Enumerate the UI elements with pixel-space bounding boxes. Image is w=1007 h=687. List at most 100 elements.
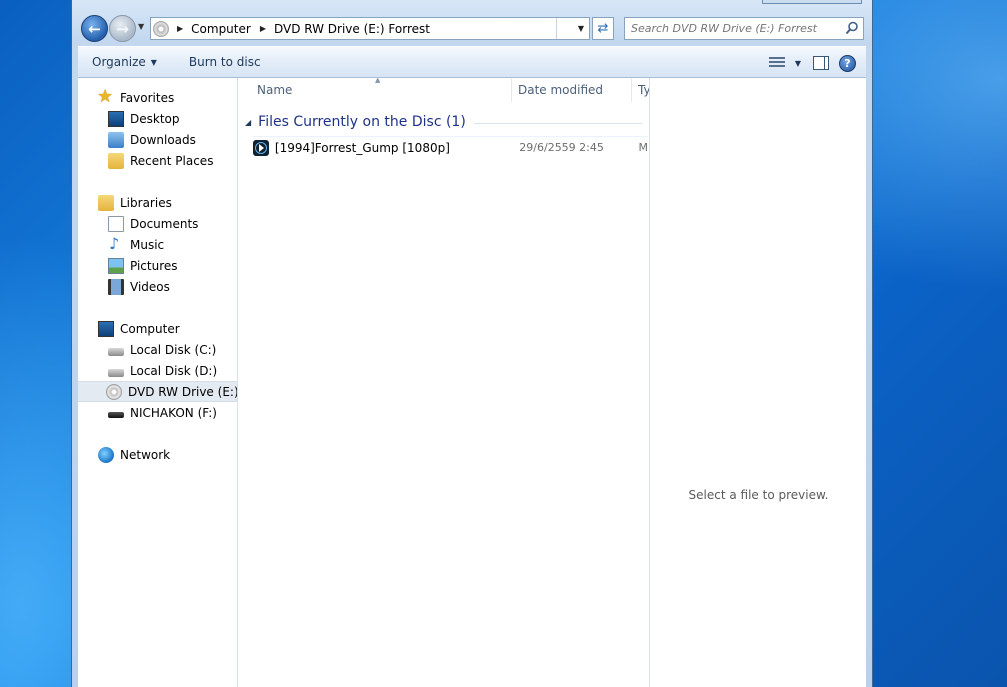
video-file-icon: [253, 139, 269, 156]
recent-pages-dropdown[interactable]: ▼: [138, 22, 148, 36]
file-group-header[interactable]: ◢ Files Currently on the Disc (1): [245, 112, 642, 132]
breadcrumb: ▶ Computer ▶ DVD RW Drive (E:) Forrest: [175, 22, 430, 36]
search-icon[interactable]: [845, 21, 859, 35]
recent-places-icon: [108, 152, 124, 169]
usb-drive-icon: [108, 412, 124, 418]
refresh-button[interactable]: ⇄: [592, 17, 614, 40]
documents-icon: [108, 215, 124, 232]
forward-button[interactable]: →: [109, 15, 136, 42]
file-list-pane: Name ▲ Date modified Ty ◢ Files Currentl…: [239, 78, 650, 687]
nav-downloads[interactable]: Downloads: [108, 129, 196, 150]
nav-documents[interactable]: Documents: [108, 213, 198, 234]
preview-pane-button[interactable]: [813, 56, 829, 70]
nav-computer[interactable]: Computer: [98, 318, 180, 339]
nav-desktop-label: Desktop: [130, 111, 180, 126]
column-header-date-label: Date modified: [518, 83, 604, 97]
file-row[interactable]: [1994]Forrest_Gump [1080p] 29/6/2559 2:4…: [253, 136, 648, 158]
nav-videos[interactable]: Videos: [108, 276, 170, 297]
music-icon: [108, 234, 124, 253]
network-icon: [98, 446, 114, 463]
view-controls: ▼ ?: [767, 52, 856, 74]
nav-nichakon-f[interactable]: NICHAKON (F:): [108, 402, 217, 423]
refresh-icon: ⇄: [597, 21, 609, 36]
navigation-pane: Favorites Desktop Downloads Recent Place…: [78, 78, 238, 687]
nav-nichakon-f-label: NICHAKON (F:): [130, 405, 217, 420]
nav-dvd-drive[interactable]: DVD RW Drive (E:) Forrest: [78, 381, 238, 402]
preview-pane: Select a file to preview.: [651, 78, 866, 687]
pictures-icon: [108, 257, 124, 274]
help-button[interactable]: ?: [839, 54, 856, 72]
nav-music[interactable]: Music: [108, 234, 164, 255]
preview-message: Select a file to preview.: [688, 488, 829, 502]
file-date-modified: 29/6/2559 2:45: [519, 141, 604, 154]
chevron-down-icon: ▼: [794, 58, 802, 68]
breadcrumb-chevron-icon[interactable]: ▶: [260, 24, 266, 33]
explorer-window: ← → ▼ ▶ Computer ▶ DVD RW Drive (E:) For…: [71, 0, 873, 687]
column-header-type-label: Ty: [638, 83, 650, 97]
collapse-triangle-icon[interactable]: ◢: [245, 118, 251, 127]
column-header-date-modified[interactable]: Date modified: [512, 78, 632, 102]
column-header-type[interactable]: Ty: [632, 78, 650, 102]
nav-documents-label: Documents: [130, 216, 199, 231]
address-row: ← → ▼ ▶ Computer ▶ DVD RW Drive (E:) For…: [78, 14, 864, 42]
organize-label: Organize: [92, 55, 146, 69]
back-button[interactable]: ←: [81, 15, 108, 42]
search-box[interactable]: [624, 17, 864, 40]
nav-libraries-label: Libraries: [120, 195, 172, 210]
star-icon: [97, 86, 114, 107]
downloads-folder-icon: [108, 131, 124, 148]
file-type: M: [638, 141, 649, 154]
arrow-left-icon: ←: [88, 19, 101, 38]
nav-pictures-label: Pictures: [130, 258, 178, 273]
address-bar[interactable]: ▶ Computer ▶ DVD RW Drive (E:) Forrest ▼: [150, 17, 590, 40]
hard-drive-icon: [108, 347, 124, 356]
hard-drive-icon: [108, 368, 124, 377]
nav-local-disk-c-label: Local Disk (C:): [130, 342, 217, 357]
arrow-right-icon: →: [116, 19, 129, 38]
nav-videos-label: Videos: [130, 279, 170, 294]
column-header-name[interactable]: Name ▲: [239, 78, 512, 102]
dvd-drive-icon: [106, 383, 122, 400]
window-title-buttons[interactable]: [762, 0, 862, 4]
nav-local-disk-d[interactable]: Local Disk (D:): [108, 360, 217, 381]
chevron-down-icon: ▼: [150, 57, 157, 67]
nav-local-disk-d-label: Local Disk (D:): [130, 363, 218, 378]
content-area: Favorites Desktop Downloads Recent Place…: [78, 78, 866, 687]
file-name: [1994]Forrest_Gump [1080p]: [274, 140, 450, 155]
videos-icon: [108, 278, 124, 295]
computer-icon: [98, 320, 114, 337]
address-history-dropdown[interactable]: ▼: [556, 18, 589, 39]
nav-dvd-drive-label: DVD RW Drive (E:) Forrest: [128, 384, 238, 399]
column-header-name-label: Name: [257, 83, 293, 97]
search-input[interactable]: [631, 22, 843, 35]
chevron-down-icon: ▼: [577, 24, 584, 33]
dvd-drive-icon: [153, 20, 169, 37]
group-divider: [473, 122, 642, 124]
nav-network-label: Network: [120, 447, 171, 462]
nav-downloads-label: Downloads: [130, 132, 196, 147]
nav-network[interactable]: Network: [98, 444, 170, 465]
nav-recent-places-label: Recent Places: [130, 153, 214, 168]
command-bar: Organize ▼ Burn to disc ▼ ?: [78, 46, 866, 78]
change-view-button[interactable]: ▼: [767, 52, 803, 74]
desktop-icon: [108, 110, 124, 127]
nav-libraries[interactable]: Libraries: [98, 192, 172, 213]
nav-recent-places[interactable]: Recent Places: [108, 150, 213, 171]
file-group-label: Files Currently on the Disc (1): [258, 114, 466, 130]
libraries-icon: [98, 194, 114, 211]
nav-favorites-label: Favorites: [120, 90, 175, 105]
breadcrumb-chevron-icon[interactable]: ▶: [177, 24, 183, 33]
nav-computer-label: Computer: [120, 321, 180, 336]
help-icon: ?: [844, 56, 851, 70]
nav-music-label: Music: [130, 237, 165, 252]
nav-favorites[interactable]: Favorites: [97, 86, 175, 108]
details-view-icon: [768, 56, 785, 70]
organize-button[interactable]: Organize ▼: [78, 55, 169, 69]
nav-desktop[interactable]: Desktop: [108, 108, 180, 129]
nav-pictures[interactable]: Pictures: [108, 255, 178, 276]
nav-local-disk-c[interactable]: Local Disk (C:): [108, 339, 216, 360]
burn-to-disc-button[interactable]: Burn to disc: [169, 55, 273, 69]
breadcrumb-dvd-drive[interactable]: DVD RW Drive (E:) Forrest: [274, 22, 430, 36]
breadcrumb-computer[interactable]: Computer: [191, 22, 251, 36]
burn-to-disc-label: Burn to disc: [188, 55, 261, 69]
